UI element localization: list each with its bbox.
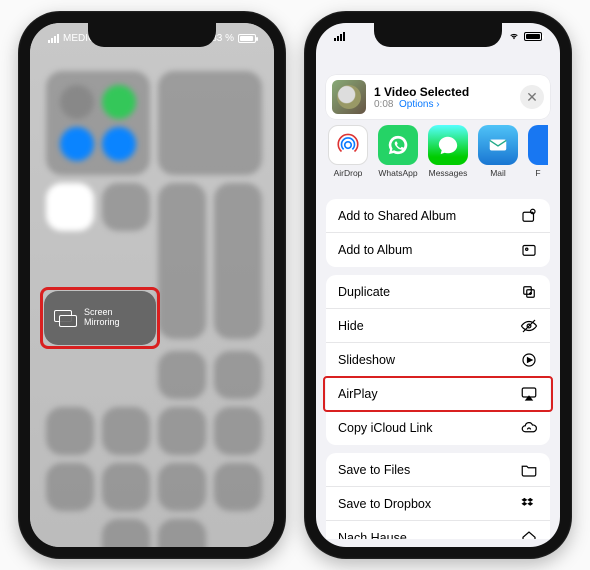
action-slideshow[interactable]: Slideshow <box>326 343 550 377</box>
app-label: Messages <box>429 168 468 178</box>
action-copy-icloud[interactable]: Copy iCloud Link <box>326 411 550 445</box>
brightness-slider[interactable] <box>158 183 206 339</box>
connectivity-tile[interactable] <box>46 71 150 175</box>
cc-tile[interactable] <box>214 351 262 399</box>
app-label: AirDrop <box>334 168 363 178</box>
action-label: Nach Hause <box>338 531 407 539</box>
cc-tile[interactable] <box>214 463 262 511</box>
cc-tile[interactable] <box>46 407 94 455</box>
wifi-icon <box>508 31 520 41</box>
action-label: Add to Album <box>338 243 412 257</box>
cc-tile[interactable] <box>214 407 262 455</box>
airplane-toggle[interactable] <box>60 85 94 119</box>
share-app-mail[interactable]: Mail <box>478 125 518 178</box>
dropbox-icon <box>520 495 538 513</box>
share-app-airdrop[interactable]: AirDrop <box>328 125 368 178</box>
shared-album-icon <box>520 207 538 225</box>
screen-share-sheet: 12:24 1 Video Selected 0:08 Options › ✕ <box>316 23 560 547</box>
whatsapp-icon <box>378 125 418 165</box>
signal-icon <box>48 34 59 43</box>
actions-list[interactable]: Add to Shared Album Add to Album Duplica… <box>326 199 550 539</box>
airdrop-icon <box>328 125 368 165</box>
cc-tile[interactable] <box>46 463 94 511</box>
share-header: 1 Video Selected 0:08 Options › ✕ <box>326 75 550 119</box>
battery-icon <box>524 32 542 41</box>
group-save: Save to Files Save to Dropbox Nach Hause <box>326 453 550 539</box>
icloud-link-icon <box>520 419 538 437</box>
dnd-tile[interactable] <box>102 183 150 231</box>
action-label: Duplicate <box>338 285 390 299</box>
share-app-whatsapp[interactable]: WhatsApp <box>378 125 418 178</box>
cc-tile[interactable] <box>158 407 206 455</box>
cc-tile[interactable] <box>102 519 150 547</box>
share-subtitle: 0:08 Options › <box>374 99 512 110</box>
action-label: Hide <box>338 319 364 333</box>
close-icon: ✕ <box>526 89 538 106</box>
cellular-toggle[interactable] <box>102 85 136 119</box>
close-button[interactable]: ✕ <box>520 85 544 109</box>
group-album: Add to Shared Album Add to Album <box>326 199 550 267</box>
notch <box>88 23 216 47</box>
phone-left: MEDIONmobile ↻ 83 % <box>18 11 286 559</box>
phone-right: 12:24 1 Video Selected 0:08 Options › ✕ <box>304 11 572 559</box>
cc-tile[interactable] <box>102 463 150 511</box>
share-title: 1 Video Selected <box>374 85 512 99</box>
action-duplicate[interactable]: Duplicate <box>326 275 550 309</box>
signal-icon <box>334 32 345 41</box>
messages-icon <box>428 125 468 165</box>
orientation-lock-tile[interactable] <box>46 183 94 231</box>
cc-tile[interactable] <box>158 519 206 547</box>
share-app-partial[interactable]: F <box>528 125 548 178</box>
video-thumbnail[interactable] <box>332 80 366 114</box>
media-tile[interactable] <box>158 71 262 175</box>
action-label: Save to Dropbox <box>338 497 431 511</box>
cc-tile[interactable] <box>102 407 150 455</box>
app-label: Mail <box>490 168 506 178</box>
share-app-messages[interactable]: Messages <box>428 125 468 178</box>
mail-icon <box>478 125 518 165</box>
battery-icon <box>238 34 256 43</box>
volume-slider[interactable] <box>214 183 262 339</box>
action-save-dropbox[interactable]: Save to Dropbox <box>326 487 550 521</box>
home-icon <box>520 529 538 539</box>
notch <box>374 23 502 47</box>
action-save-files[interactable]: Save to Files <box>326 453 550 487</box>
hide-icon <box>520 317 538 335</box>
action-add-shared-album[interactable]: Add to Shared Album <box>326 199 550 233</box>
duplicate-icon <box>520 283 538 301</box>
options-link[interactable]: Options › <box>399 99 440 110</box>
app-label: WhatsApp <box>378 168 417 178</box>
group-actions: Duplicate Hide Slideshow AirPlay Copy iC… <box>326 275 550 445</box>
screen-control-center: MEDIONmobile ↻ 83 % <box>30 23 274 547</box>
bluetooth-toggle[interactable] <box>102 127 136 161</box>
action-label: Copy iCloud Link <box>338 421 433 435</box>
share-app-row[interactable]: AirDrop WhatsApp Messages Mail <box>316 125 560 191</box>
action-label: Add to Shared Album <box>338 209 456 223</box>
slideshow-icon <box>520 351 538 369</box>
screen-mirroring-icon <box>54 310 76 326</box>
cc-tile[interactable] <box>158 351 206 399</box>
action-nach-hause[interactable]: Nach Hause <box>326 521 550 539</box>
action-label: Save to Files <box>338 463 410 477</box>
screen-mirroring-tile-highlight: Screen Mirroring <box>44 291 156 345</box>
cc-tile[interactable] <box>158 463 206 511</box>
app-label: F <box>535 168 540 178</box>
action-hide[interactable]: Hide <box>326 309 550 343</box>
action-add-album[interactable]: Add to Album <box>326 233 550 267</box>
wifi-toggle[interactable] <box>60 127 94 161</box>
album-icon <box>520 241 538 259</box>
highlight-box-airplay <box>323 376 553 412</box>
files-icon <box>520 461 538 479</box>
action-label: Slideshow <box>338 353 395 367</box>
facebook-icon <box>528 125 548 165</box>
